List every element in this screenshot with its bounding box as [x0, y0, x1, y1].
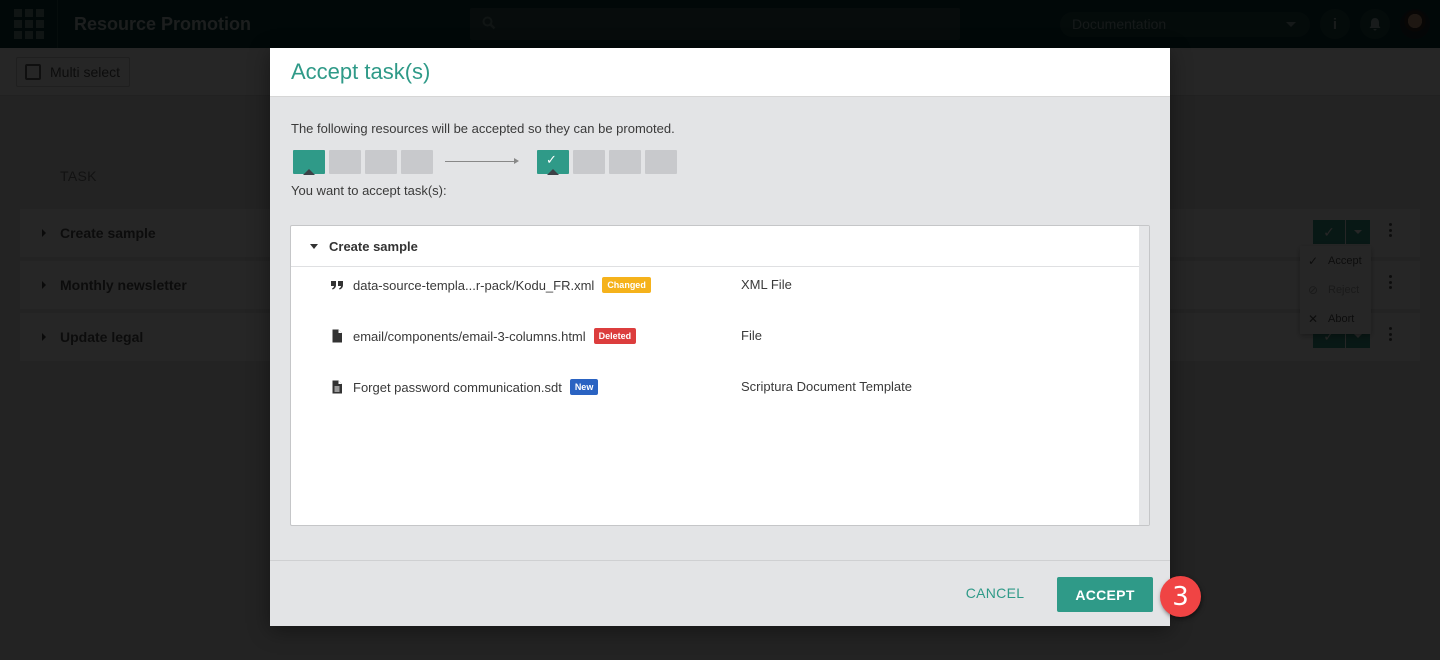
- accept-button[interactable]: ACCEPT: [1057, 577, 1153, 612]
- file-icon: [332, 329, 342, 343]
- resource-type: File: [741, 328, 762, 343]
- environment-box: [609, 150, 641, 174]
- pointer-icon: [303, 169, 315, 175]
- environment-box: [645, 150, 677, 174]
- dialog-intro-text: The following resources will be accepted…: [291, 121, 675, 136]
- arrow-right-icon: [445, 158, 519, 164]
- target-environments: ✓: [537, 150, 681, 175]
- status-badge-new: New: [569, 379, 599, 395]
- source-environments: [293, 150, 437, 175]
- check-icon: ✓: [546, 152, 557, 167]
- environment-box-active: [293, 150, 325, 175]
- quote-icon: [331, 281, 343, 290]
- resource-name: Forget password communication.sdt: [353, 379, 562, 395]
- caret-down-icon[interactable]: [310, 243, 318, 249]
- resource-type: Scriptura Document Template: [741, 379, 913, 394]
- document-icon: [332, 380, 342, 394]
- pointer-icon: [547, 169, 559, 175]
- resource-list: Create sample data-source-templa...r-pac…: [290, 225, 1150, 526]
- cancel-button[interactable]: CANCEL: [955, 575, 1035, 611]
- environment-box: [329, 150, 361, 174]
- resource-row: data-source-templa...r-pack/Kodu_FR.xml C…: [291, 267, 1149, 318]
- task-group-label: Create sample: [329, 238, 418, 254]
- environment-box: [401, 150, 433, 174]
- dialog-title: Accept task(s): [291, 59, 431, 84]
- environment-box: [365, 150, 397, 174]
- resource-row: email/components/email-3-columns.html Del…: [291, 318, 1149, 369]
- environment-box-active: ✓: [537, 150, 569, 175]
- resource-name: data-source-templa...r-pack/Kodu_FR.xml: [353, 277, 595, 293]
- task-group-header[interactable]: Create sample: [291, 226, 1139, 267]
- environment-box: [573, 150, 605, 174]
- status-badge-deleted: Deleted: [593, 328, 637, 344]
- accept-tasks-dialog: Accept task(s) The following resources w…: [270, 48, 1170, 626]
- dialog-body: The following resources will be accepted…: [270, 121, 1170, 198]
- step-number-badge: 3: [1160, 576, 1201, 617]
- resource-row: Forget password communication.sdt New Scr…: [291, 369, 1149, 420]
- status-badge-changed: Changed: [602, 277, 651, 293]
- environment-flow: ✓: [291, 150, 1150, 180]
- confirm-prompt: You want to accept task(s):: [291, 183, 447, 198]
- dialog-footer: CANCEL ACCEPT: [270, 560, 1170, 626]
- resource-type: XML File: [741, 277, 792, 292]
- dialog-header: Accept task(s): [270, 48, 1170, 97]
- resource-name: email/components/email-3-columns.html: [353, 328, 586, 344]
